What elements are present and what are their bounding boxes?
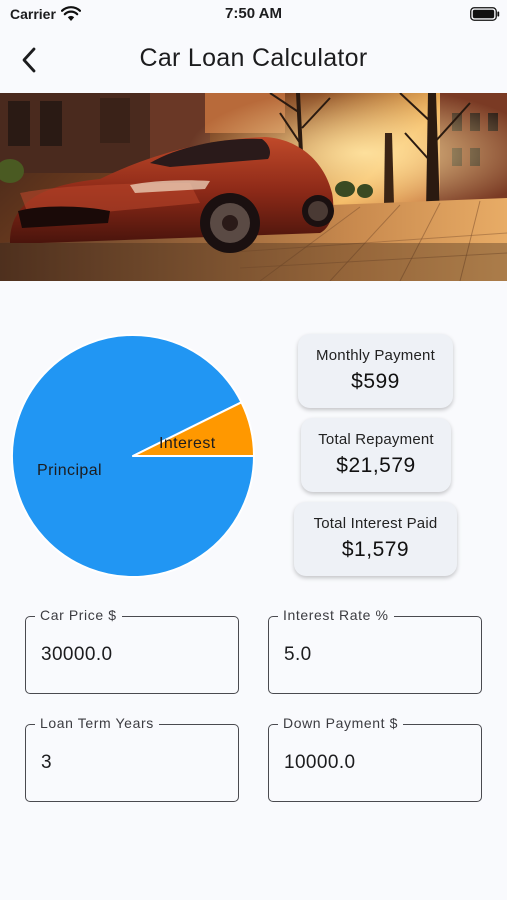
status-bar: Carrier 7:50 AM — [0, 0, 507, 30]
car-price-label: Car Price $ — [35, 607, 122, 623]
monthly-payment-card: Monthly Payment $599 — [298, 334, 453, 408]
total-interest-card: Total Interest Paid $1,579 — [294, 502, 457, 576]
page-title: Car Loan Calculator — [139, 44, 368, 72]
clock: 7:50 AM — [225, 5, 282, 22]
interest-rate-input[interactable] — [284, 644, 469, 666]
monthly-payment-value: $599 — [351, 370, 400, 393]
battery-icon — [470, 7, 500, 21]
nav-bar: Car Loan Calculator — [0, 30, 507, 92]
pie-label-principal: Principal — [37, 462, 102, 479]
pie-label-interest: Interest — [159, 435, 216, 452]
loan-term-label: Loan Term Years — [35, 715, 159, 731]
loan-breakdown-pie-chart: Principal Interest — [11, 334, 255, 578]
car-price-input[interactable] — [41, 644, 226, 666]
total-interest-label: Total Interest Paid — [313, 515, 438, 532]
monthly-payment-label: Monthly Payment — [316, 347, 435, 364]
down-payment-input[interactable] — [284, 752, 469, 774]
down-payment-field[interactable]: Down Payment $ — [268, 715, 482, 802]
interest-rate-field[interactable]: Interest Rate % — [268, 607, 482, 694]
down-payment-label: Down Payment $ — [278, 715, 404, 731]
total-repayment-value: $21,579 — [336, 454, 416, 477]
hero-image — [0, 93, 507, 281]
loan-term-input[interactable] — [41, 752, 226, 774]
total-repayment-card: Total Repayment $21,579 — [301, 418, 451, 492]
total-repayment-label: Total Repayment — [318, 431, 434, 448]
total-interest-value: $1,579 — [341, 538, 410, 561]
loan-term-field[interactable]: Loan Term Years — [25, 715, 239, 802]
interest-rate-label: Interest Rate % — [278, 607, 394, 623]
car-price-field[interactable]: Car Price $ — [25, 607, 239, 694]
